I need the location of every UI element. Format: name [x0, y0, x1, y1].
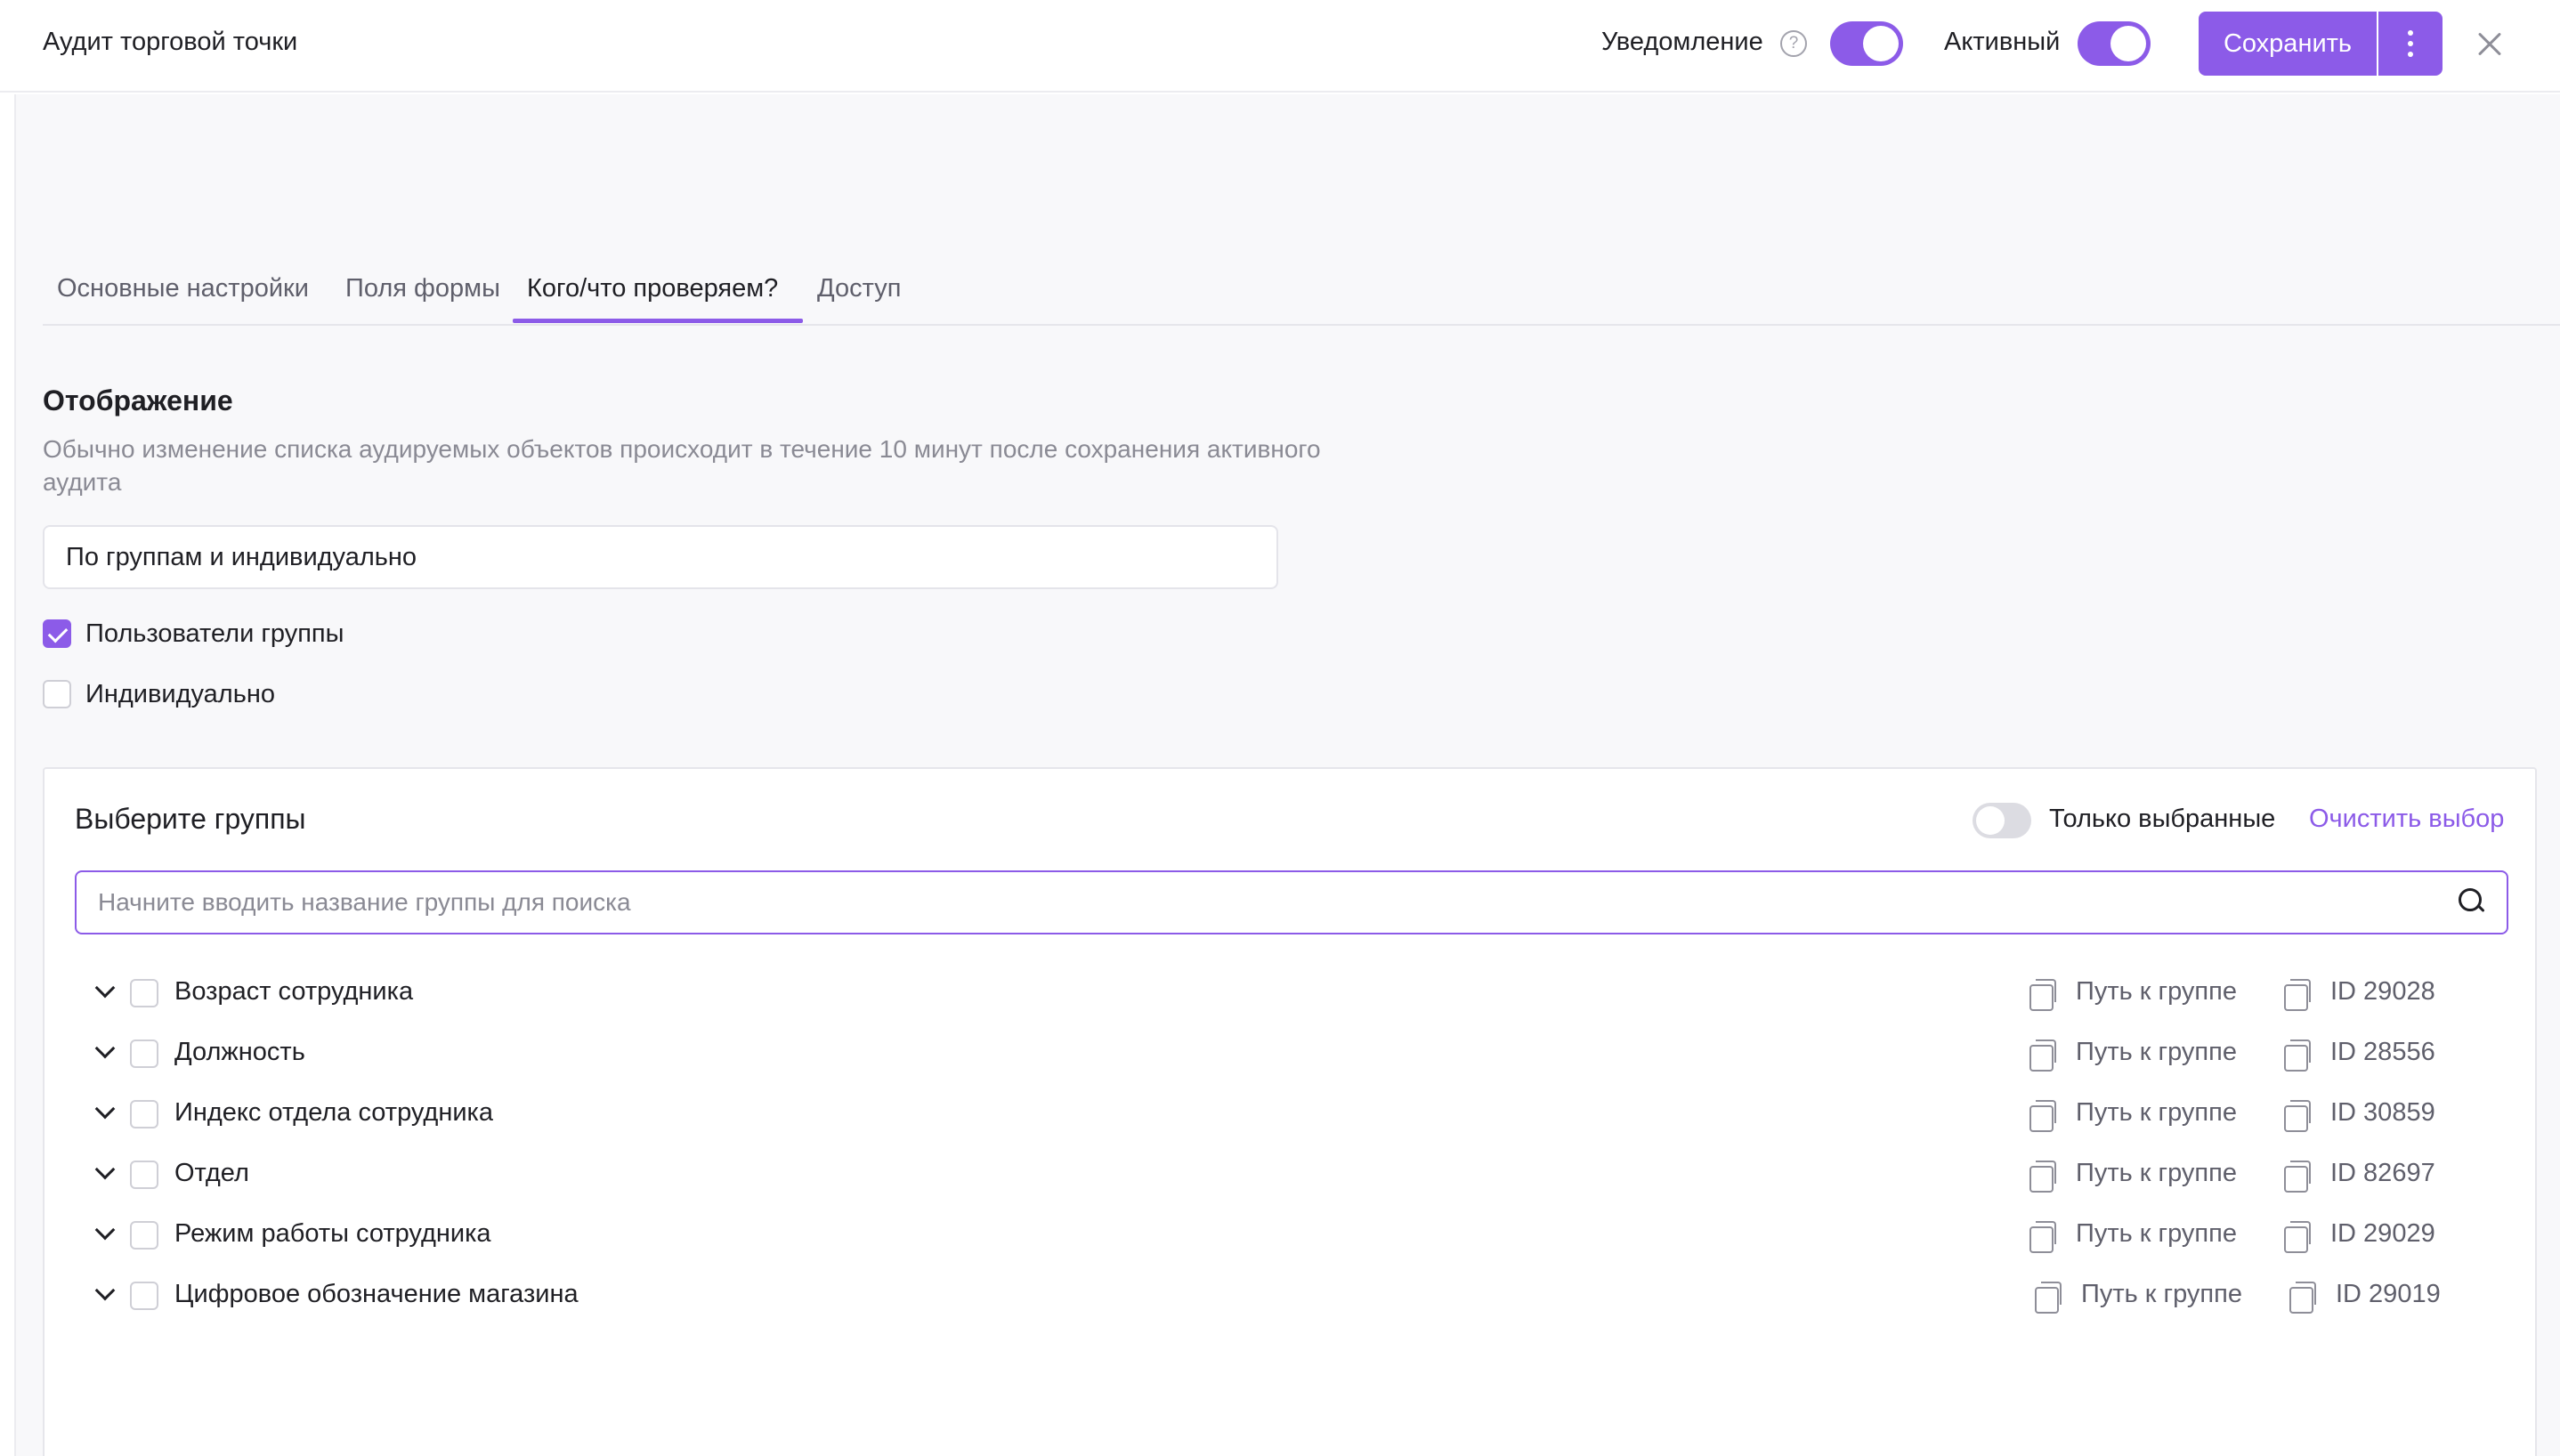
tab-access[interactable]: Доступ [817, 274, 901, 303]
individual-label: Индивидуально [85, 680, 275, 708]
group-row: Должность Путь к группе ID 28556 [45, 1023, 2535, 1084]
group-row: Отдел Путь к группе ID 82697 [45, 1145, 2535, 1205]
close-icon[interactable] [2475, 24, 2505, 63]
copy-icon[interactable] [2284, 1161, 2311, 1193]
notification-label: Уведомление [1601, 28, 1763, 56]
group-checkbox[interactable] [130, 1100, 158, 1128]
copy-icon[interactable] [2029, 979, 2056, 1011]
group-name: Должность [174, 1038, 305, 1066]
group-checkbox[interactable] [130, 1161, 158, 1189]
tab-form-fields[interactable]: Поля формы [345, 274, 500, 303]
group-search-box [75, 870, 2508, 934]
group-name: Отдел [174, 1159, 249, 1187]
copy-icon[interactable] [2029, 1161, 2056, 1193]
chevron-down-icon[interactable] [94, 1280, 116, 1301]
copy-icon[interactable] [2284, 1100, 2311, 1132]
section-description: Обычно изменение списка аудируемых объек… [43, 435, 1321, 496]
copy-icon[interactable] [2289, 1282, 2316, 1314]
group-path-link[interactable]: Путь к группе [2081, 1280, 2242, 1309]
display-mode-select[interactable]: По группам и индивидуально [43, 525, 1278, 589]
toggle-knob [1976, 806, 2005, 835]
individual-checkbox[interactable] [43, 680, 71, 708]
tab-bar: Основные настройки Поля формы Кого/что п… [43, 267, 2560, 326]
copy-icon[interactable] [2029, 1039, 2056, 1072]
group-checkbox[interactable] [130, 1039, 158, 1068]
copy-icon[interactable] [2284, 1039, 2311, 1072]
group-row: Цифровое обозначение магазина Путь к гру… [45, 1266, 2535, 1326]
search-icon[interactable] [2459, 888, 2485, 917]
group-users-checkbox[interactable] [43, 619, 71, 648]
group-id[interactable]: ID 29028 [2330, 977, 2435, 1007]
dots-vertical-icon [2408, 30, 2413, 36]
copy-icon[interactable] [2035, 1282, 2062, 1314]
toggle-knob [1863, 26, 1899, 61]
group-name: Возраст сотрудника [174, 977, 414, 1006]
group-row: Индекс отдела сотрудника Путь к группе I… [45, 1084, 2535, 1145]
group-name: Индекс отдела сотрудника [174, 1098, 494, 1127]
group-id[interactable]: ID 82697 [2330, 1159, 2435, 1188]
notification-toggle[interactable] [1830, 21, 1903, 66]
groups-panel: Выберите группы Только выбранные Очистит… [43, 767, 2537, 1456]
tab-main-settings[interactable]: Основные настройки [57, 274, 309, 303]
group-row: Режим работы сотрудника Путь к группе ID… [45, 1205, 2535, 1266]
group-name: Цифровое обозначение магазина [174, 1280, 579, 1308]
group-checkbox[interactable] [130, 1282, 158, 1310]
group-checkbox[interactable] [130, 979, 158, 1007]
chevron-down-icon[interactable] [94, 1098, 116, 1120]
copy-icon[interactable] [2284, 979, 2311, 1011]
active-label: Активный [1944, 28, 2061, 56]
copy-icon[interactable] [2029, 1100, 2056, 1132]
copy-icon[interactable] [2029, 1221, 2056, 1253]
chevron-down-icon[interactable] [94, 1038, 116, 1059]
group-name: Режим работы сотрудника [174, 1219, 491, 1248]
top-bar: Аудит торговой точки Уведомление ? Актив… [0, 0, 2560, 93]
group-path-link[interactable]: Путь к группе [2076, 1159, 2237, 1188]
group-path-link[interactable]: Путь к группе [2076, 1038, 2237, 1067]
active-toggle[interactable] [2078, 21, 2151, 66]
chevron-down-icon[interactable] [94, 977, 116, 999]
tab-audit-targets[interactable]: Кого/что проверяем? [527, 274, 778, 303]
dot [2408, 52, 2413, 57]
only-selected-toggle[interactable] [1973, 803, 2031, 838]
more-options-button[interactable] [2378, 12, 2443, 76]
page-title: Аудит торговой точки [43, 28, 298, 56]
dot [2408, 41, 2413, 46]
group-checkbox[interactable] [130, 1221, 158, 1250]
chevron-down-icon[interactable] [94, 1219, 116, 1241]
section-title: Отображение [43, 384, 233, 417]
active-tab-indicator [513, 319, 803, 323]
group-path-link[interactable]: Путь к группе [2076, 1219, 2237, 1249]
group-users-label: Пользователи группы [85, 619, 344, 648]
help-icon[interactable]: ? [1780, 30, 1807, 57]
group-path-link[interactable]: Путь к группе [2076, 977, 2237, 1007]
only-selected-label: Только выбранные [2049, 805, 2276, 833]
copy-icon[interactable] [2284, 1221, 2311, 1253]
group-id[interactable]: ID 28556 [2330, 1038, 2435, 1067]
chevron-down-icon[interactable] [94, 1159, 116, 1180]
save-button[interactable]: Сохранить [2199, 12, 2377, 76]
group-id[interactable]: ID 29029 [2330, 1219, 2435, 1249]
clear-selection-link[interactable]: Очистить выбор [2309, 805, 2504, 834]
toggle-knob [2110, 26, 2146, 61]
group-search-input[interactable] [98, 872, 2430, 933]
panel-title: Выберите группы [75, 803, 306, 835]
group-row: Возраст сотрудника Путь к группе ID 2902… [45, 963, 2535, 1023]
group-id[interactable]: ID 29019 [2336, 1280, 2441, 1309]
group-path-link[interactable]: Путь к группе [2076, 1098, 2237, 1128]
group-id[interactable]: ID 30859 [2330, 1098, 2435, 1128]
